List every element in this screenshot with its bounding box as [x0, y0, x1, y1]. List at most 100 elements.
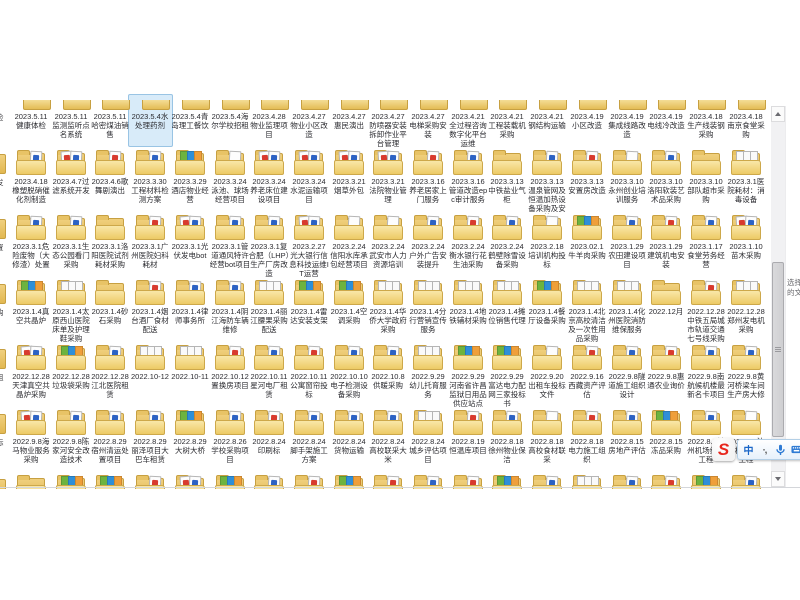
folder-icon [532, 215, 562, 240]
folder-icon [135, 85, 165, 110]
folder-icon [691, 150, 721, 175]
folder-icon [16, 280, 46, 305]
folder-icon [572, 85, 602, 110]
folder-icon [294, 150, 324, 175]
folder-icon [334, 150, 364, 175]
folder-label: 2023.5.4海尔学校招租 [209, 112, 251, 130]
folder-label: 2023.3.29 酒店物业经营 [169, 177, 211, 204]
folder-label: 2023.4.19 小区改造 [566, 112, 608, 130]
folder-icon [532, 280, 562, 305]
folder-icon [572, 150, 602, 175]
folder-icon [334, 410, 364, 435]
folder-icon [215, 410, 245, 435]
folder-icon [334, 345, 364, 370]
folder-icon [294, 345, 324, 370]
folder-icon [413, 410, 443, 435]
folder-label: 2023.4.18 南京食堂采购 [725, 112, 767, 139]
scroll-up-button[interactable] [771, 106, 785, 122]
folder-label: 2023.4.6歌舞剧演出 [89, 177, 131, 195]
folder-icon [651, 215, 681, 240]
scrollbar-thumb[interactable] [772, 262, 784, 437]
folder-label: 2022.8.24 货物运输 [328, 437, 370, 455]
folder-icon [731, 345, 761, 370]
folder-icon [175, 410, 205, 435]
folder-label: 2022.8.15 房地产评估 [606, 437, 648, 455]
folder-icon [413, 215, 443, 240]
folder-label: 2022.8.24 脚手架施工方案 [288, 437, 330, 464]
folder-icon [373, 85, 403, 110]
ime-language-bar[interactable]: S 中 ·, [712, 438, 800, 461]
folder-icon [532, 410, 562, 435]
folder-label: 2023.2.24 信阳水库承包经营项目 [328, 242, 370, 269]
folder-label: 2023.1.4太原西山医院床单及护理鞋采购 [50, 307, 92, 343]
folder-label: 2023.1.10 苗木采购 [725, 242, 767, 260]
folder-label: 2023.4.27 电梯采购安装 [407, 112, 449, 139]
keyboard-icon[interactable] [791, 443, 800, 456]
folder-icon [294, 410, 324, 435]
cut-folder-icon [0, 154, 6, 174]
punctuation-icon[interactable]: ·, [759, 443, 770, 456]
folder-icon [731, 410, 761, 435]
scroll-down-button[interactable] [771, 471, 785, 487]
folder-label: 2022.12月 [645, 307, 687, 316]
preview-pane-hint-text: 选择 的文 [787, 278, 800, 298]
folder-label: 2023.1.17 食堂劳务经营 [685, 242, 727, 269]
folder-icon [56, 410, 86, 435]
folder-icon [651, 85, 681, 110]
folder-label: 2022.9.29 幼儿托育服务 [407, 372, 449, 399]
folder-icon [56, 85, 86, 110]
folder-icon [453, 280, 483, 305]
folder-label: 2022.8.24 高校联采大米 [367, 437, 409, 464]
folder-label: 2023.4.21 钢结构运输 [526, 112, 568, 130]
folder-icon [175, 280, 205, 305]
folder-label: 2023.1.4砂石采购 [89, 307, 131, 325]
folder-label: 2023.3.10 洛阳软装艺术品采购 [645, 177, 687, 204]
folder-label: 2022.10.11 星河电厂租赁 [248, 372, 290, 399]
folder-label: 2022.9.8隧道施工组织设计 [606, 372, 648, 399]
folder-icon [492, 280, 522, 305]
triangle-down-icon [775, 477, 781, 481]
ime-mode-chinese-button[interactable]: 中 [743, 443, 754, 456]
folder-label: 2023.3.1管道通风特许经营bot项目 [209, 242, 251, 269]
folder-icon [453, 345, 483, 370]
folder-icon [215, 345, 245, 370]
folder-label: 2023.3.24 泳池、球场经营项目 [209, 177, 251, 204]
preview-hint-line2: 的文 [787, 288, 800, 298]
folder-label: 2022.10-12 [129, 372, 171, 381]
preview-hint-line1: 选择 [787, 278, 800, 288]
folder-label: 2023.2.24 衡水银行花生油采购 [447, 242, 489, 269]
folder-label: 2023.3.1复合肥（LHP）生产厂房改造 [248, 242, 290, 278]
folder-icon [373, 215, 403, 240]
folder-icon [135, 345, 165, 370]
folder-icon [56, 150, 86, 175]
vertical-scrollbar[interactable] [771, 106, 785, 487]
folder-icon [373, 280, 403, 305]
folder-label: 2023.3.1光伏发电bot [169, 242, 211, 260]
folder-icon [731, 85, 761, 110]
cut-folder-label-fragment: 购 [0, 308, 6, 317]
folder-label: 2022.8.29 宿州清运处置项目 [89, 437, 131, 464]
folder-label: 2023.4.19 电线冷改造 [645, 112, 687, 130]
folder-label: 2022.12.28 江北医院租赁 [89, 372, 131, 399]
folder-icon [135, 150, 165, 175]
folder-icon [16, 215, 46, 240]
folder-label: 2023.1.4化州医院消防维保服务 [606, 307, 648, 334]
folder-icon [95, 345, 125, 370]
sogou-logo-icon[interactable]: S [712, 438, 735, 461]
folder-label: 2023.1.4雷达安装支架 [288, 307, 330, 325]
folder-label: 2023.2.27 光大银行信息科技运维IT运营 [288, 242, 330, 278]
folder-label: 2023.3.16 管道改造epc审计服务 [447, 177, 489, 204]
folder-label: 2023.1.29 农田建设项目 [606, 242, 648, 269]
folder-label: 2023.3.10 部队超市采购 [685, 177, 727, 204]
folder-icon [413, 150, 443, 175]
folder-label: 2023.4.7过滤系统开发 [50, 177, 92, 195]
microphone-icon[interactable] [775, 443, 786, 456]
folder-label: 2022.10.8 供暖采购 [367, 372, 409, 390]
folder-label: 2022.9.8惠通农业询价 [645, 372, 687, 390]
ime-toolbar-strip[interactable]: 中 ·, [737, 439, 800, 460]
folder-icon [254, 150, 284, 175]
folder-label: 2023.3.13 中铁盐业气柜 [486, 177, 528, 204]
cut-folder-icon [0, 219, 6, 239]
folder-label: 2023.3.13 温泉管网及恒温加热设备采购及安装 [526, 177, 568, 214]
folder-icon [532, 85, 562, 110]
